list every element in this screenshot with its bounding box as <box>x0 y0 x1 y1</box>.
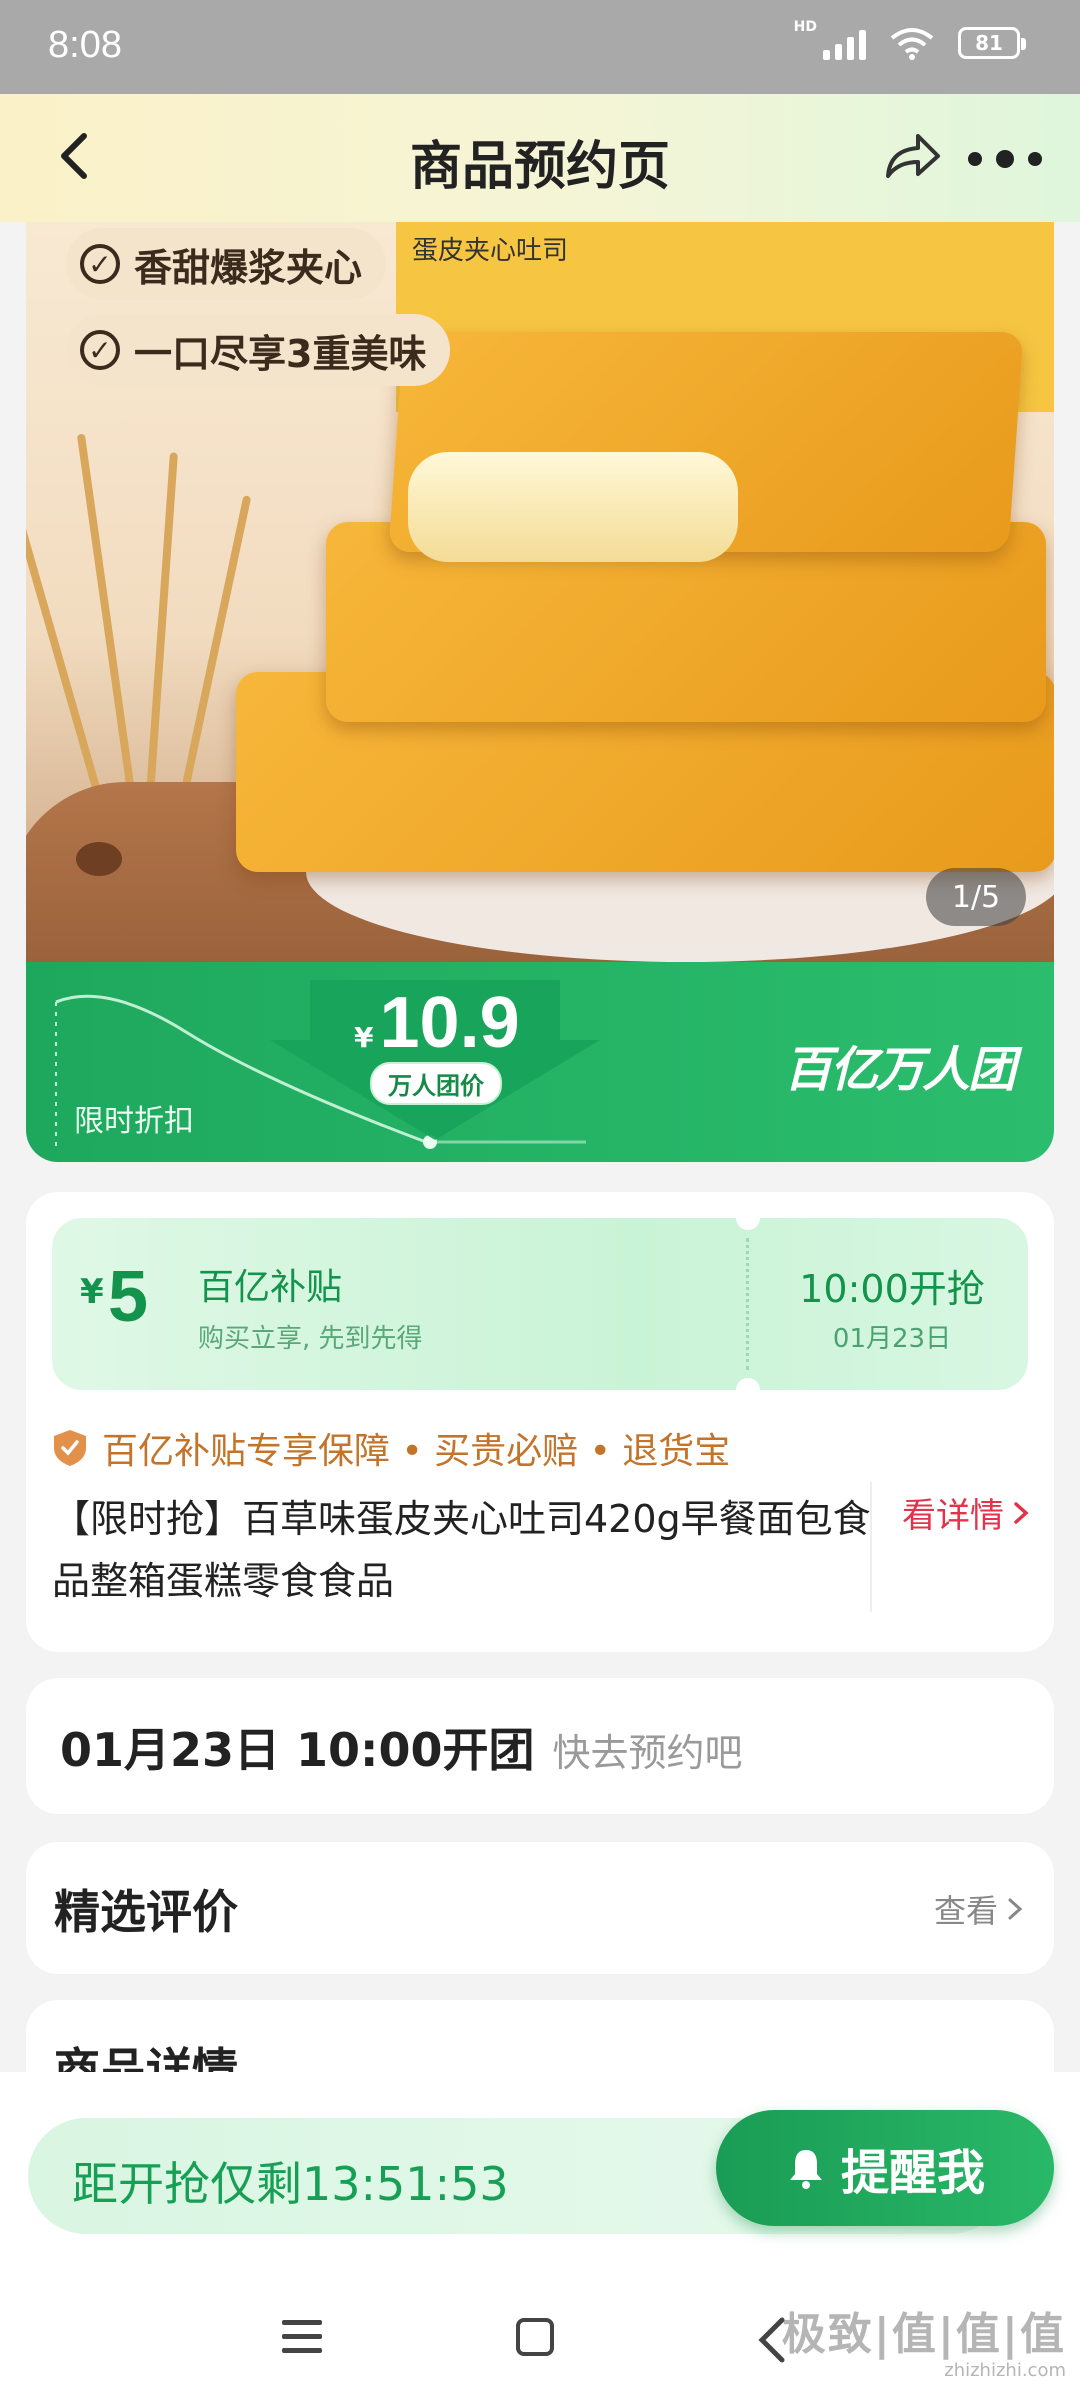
reviews-title: 精选评价 <box>54 1885 238 1939</box>
chevron-right-icon <box>1008 1898 1023 1920</box>
coupon-divider <box>746 1238 749 1370</box>
status-time: 8:08 <box>48 24 122 66</box>
group-open-hint: 快去预约吧 <box>552 1731 743 1775</box>
price-value: 10.9 <box>379 983 520 1063</box>
reviews-card[interactable]: 精选评价 查看 <box>26 1842 1054 1974</box>
watermark: 极致|值|值|值 zhizhizhi.com <box>782 2298 1066 2381</box>
nav-bar: 商品预约页 <box>0 94 1080 222</box>
watermark-logo: 极致|值|值|值 <box>781 2309 1066 2360</box>
home-icon[interactable] <box>516 2318 554 2356</box>
battery-level: 81 <box>975 31 1003 55</box>
wifi-icon <box>890 28 934 60</box>
recent-apps-icon[interactable] <box>282 2320 322 2362</box>
status-bar: 8:08 HD 81 <box>0 0 1080 94</box>
shield-icon <box>54 1430 86 1466</box>
product-name: 【限时抢】百草味蛋皮夹心吐司420g早餐面包食品整箱蛋糕零食食品 <box>52 1497 871 1603</box>
signal-icon <box>823 26 866 60</box>
feature-tag: ✓ 香甜爆浆夹心 <box>66 228 387 300</box>
subsidy-currency: ¥ <box>80 1272 104 1312</box>
guarantee-line[interactable]: 百亿补贴专享保障 • 买贵必赔 • 退货宝 <box>52 1422 730 1474</box>
feature-tag-label: 一口尽享3重美味 <box>134 331 427 376</box>
product-info-card: ¥ 5 百亿补贴 购买立享, 先到先得 10:00开抢 01月23日 百亿补贴专… <box>26 1192 1054 1652</box>
image-pager: 1/5 <box>926 868 1026 926</box>
reviews-view-link[interactable]: 查看 <box>934 1886 1026 1932</box>
limited-discount-label: 限时折扣 <box>74 1104 194 1139</box>
group-open-time: 01月23日 10:00开团 快去预约吧 <box>60 1714 742 1780</box>
feature-tag: ✓ 一口尽享3重美味 <box>66 314 451 386</box>
guarantee-text: 百亿补贴专享保障 • 买贵必赔 • 退货宝 <box>102 1431 731 1472</box>
view-details-link[interactable]: 看详情 <box>902 1488 1032 1537</box>
reviews-view-label: 查看 <box>933 1892 998 1930</box>
share-icon[interactable] <box>880 126 944 186</box>
check-icon: ✓ <box>80 330 120 370</box>
product-image-carousel[interactable]: 蛋皮夹心吐司 ✓ 香甜爆浆夹心 ✓ 一口尽享3重美味 1/5 <box>26 222 1054 962</box>
box-label: 蛋皮夹心吐司 <box>412 236 569 266</box>
brand-logo: 百亿万人团 <box>783 1042 1016 1098</box>
group-open-card: 01月23日 10:00开团 快去预约吧 <box>26 1678 1054 1814</box>
subsidy-start-time: 10:00开抢 <box>799 1267 985 1311</box>
status-icons: HD 81 <box>794 19 1026 60</box>
view-details-label: 看详情 <box>902 1496 1004 1536</box>
subsidy-coupon[interactable]: ¥ 5 百亿补贴 购买立享, 先到先得 10:00开抢 01月23日 <box>52 1206 1028 1402</box>
remind-me-label: 提醒我 <box>840 2145 985 2201</box>
countdown-text: 距开抢仅剩13:51:53 <box>72 2157 509 2211</box>
group-open-time-text: 01月23日 10:00开团 <box>60 1723 535 1777</box>
cream-filling <box>408 452 738 562</box>
subsidy-title: 百亿补贴 <box>198 1267 343 1308</box>
bell-icon <box>789 2150 822 2189</box>
feature-tag-label: 香甜爆浆夹心 <box>134 245 363 290</box>
price-banner: ¥ 10.9 万人团价 限时折扣 百亿万人团 <box>26 962 1054 1162</box>
bottom-bar: 距开抢仅剩13:51:53 提醒我 极致|值|值|值 zhizhizhi.com <box>0 2072 1080 2400</box>
subsidy-subtitle: 购买立享, 先到先得 <box>198 1324 423 1354</box>
divider <box>870 1482 872 1612</box>
remind-me-button[interactable]: 提醒我 <box>716 2110 1054 2226</box>
network-type-label: HD <box>793 19 817 35</box>
watermark-url: zhizhizhi.com <box>944 2360 1066 2381</box>
check-icon: ✓ <box>80 244 120 284</box>
more-options-icon[interactable] <box>968 150 1042 168</box>
group-price-tag: 万人团价 <box>370 1062 502 1105</box>
price-currency: ¥ <box>354 1021 374 1054</box>
chevron-right-icon <box>1014 1501 1029 1524</box>
subsidy-amount: 5 <box>108 1257 149 1337</box>
group-price: ¥ 10.9 <box>354 982 520 1064</box>
subsidy-start-date: 01月23日 <box>832 1324 952 1354</box>
battery-icon: 81 <box>958 27 1026 59</box>
